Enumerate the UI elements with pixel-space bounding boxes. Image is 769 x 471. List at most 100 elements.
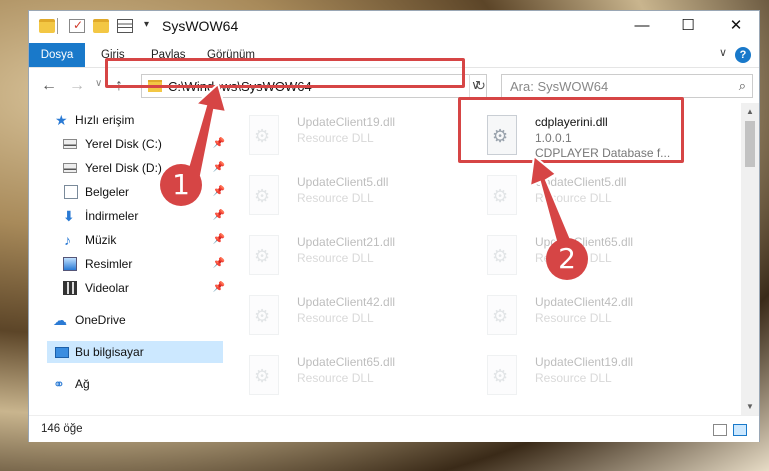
file-description: Resource DLL bbox=[297, 131, 374, 145]
nav-item-onedrive[interactable]: ☁ OneDrive bbox=[29, 309, 225, 331]
file-name: UpdateClient5.dll bbox=[535, 175, 627, 189]
pin-icon[interactable]: 📌 bbox=[213, 133, 225, 155]
file-description: Resource DLL bbox=[297, 311, 374, 325]
file-item[interactable]: UpdateClient19.dll Resource DLL bbox=[463, 349, 693, 405]
file-name: UpdateClient42.dll bbox=[297, 295, 396, 309]
tiles-view-icon[interactable] bbox=[733, 424, 747, 436]
music-icon: ♪ bbox=[64, 232, 71, 248]
nav-item-quick-access[interactable]: ★ Hızlı erişim bbox=[29, 109, 225, 131]
dll-file-icon bbox=[249, 355, 279, 395]
close-button[interactable]: ✕ bbox=[713, 11, 759, 41]
pin-icon[interactable]: 📌 bbox=[213, 253, 225, 275]
file-item[interactable]: UpdateClient21.dll Resource DLL bbox=[225, 229, 455, 285]
minimize-button[interactable]: — bbox=[619, 11, 665, 41]
title-bar: ▾ SysWOW64 — ☐ ✕ bbox=[29, 11, 759, 43]
folder-icon bbox=[39, 19, 55, 33]
scroll-down-icon[interactable]: ▼ bbox=[741, 398, 759, 415]
dll-file-icon bbox=[487, 235, 517, 275]
customize-toolbar-icon[interactable] bbox=[117, 19, 133, 33]
search-placeholder: Ara: SysWOW64 bbox=[510, 79, 609, 94]
dll-file-icon bbox=[249, 175, 279, 215]
file-name: UpdateClient5.dll bbox=[297, 175, 389, 189]
callout-two: 2 bbox=[546, 238, 588, 280]
file-description: Resource DLL bbox=[535, 191, 612, 205]
pin-icon[interactable]: 📌 bbox=[213, 277, 225, 299]
file-description: Resource DLL bbox=[535, 371, 612, 385]
nav-item-pictures[interactable]: Resimler 📌 bbox=[29, 253, 225, 275]
chevron-down-icon[interactable]: ▾ bbox=[144, 19, 149, 30]
nav-item-downloads[interactable]: ⬇ İndirmeler 📌 bbox=[29, 205, 225, 227]
search-input[interactable]: Ara: SysWOW64 ⌕ bbox=[501, 74, 753, 98]
pin-icon[interactable]: 📌 bbox=[213, 157, 225, 179]
file-name: UpdateClient19.dll bbox=[297, 115, 396, 129]
disk-icon bbox=[63, 163, 77, 173]
nav-item-videos[interactable]: Videolar 📌 bbox=[29, 277, 225, 299]
nav-item-label: Müzik bbox=[85, 233, 117, 247]
maximize-button[interactable]: ☐ bbox=[665, 11, 711, 41]
nav-item-label: Bu bilgisayar bbox=[75, 345, 144, 359]
nav-item-label: Resimler bbox=[85, 257, 133, 271]
window-title: SysWOW64 bbox=[162, 18, 239, 34]
computer-icon bbox=[55, 347, 69, 358]
dll-file-icon bbox=[487, 355, 517, 395]
ribbon-expand-icon[interactable]: ∨ bbox=[719, 46, 727, 59]
back-arrow-icon[interactable]: ← bbox=[41, 77, 57, 95]
dll-file-icon bbox=[249, 235, 279, 275]
pin-icon[interactable]: 📌 bbox=[213, 205, 225, 227]
nav-item-label: İndirmeler bbox=[85, 209, 139, 223]
file-name: UpdateClient65.dll bbox=[297, 355, 396, 369]
pin-icon[interactable]: 📌 bbox=[213, 229, 225, 251]
scroll-up-icon[interactable]: ▲ bbox=[741, 103, 759, 120]
nav-item-this-pc[interactable]: Bu bilgisayar bbox=[47, 341, 223, 363]
nav-item-label: Hızlı erişim bbox=[75, 113, 135, 127]
nav-item-label: Yerel Disk (D:) bbox=[85, 161, 162, 175]
disk-icon bbox=[63, 139, 77, 149]
nav-item-label: Videolar bbox=[85, 281, 129, 295]
nav-item-network[interactable]: ⚭ Ağ bbox=[29, 373, 225, 395]
file-item[interactable]: UpdateClient19.dll Resource DLL bbox=[225, 109, 455, 165]
picture-icon bbox=[63, 257, 77, 271]
navigation-pane: ★ Hızlı erişim Yerel Disk (C:) 📌 Yerel D… bbox=[29, 103, 225, 415]
scroll-thumb[interactable] bbox=[745, 121, 755, 167]
nav-item-label: Yerel Disk (C:) bbox=[85, 137, 162, 151]
download-icon: ⬇ bbox=[63, 208, 75, 224]
tab-file[interactable]: Dosya bbox=[29, 43, 85, 67]
callout-one: 1 bbox=[160, 164, 202, 206]
nav-item-label: OneDrive bbox=[75, 313, 126, 327]
file-item[interactable]: UpdateClient42.dll Resource DLL bbox=[463, 289, 693, 345]
forward-arrow-icon[interactable]: → bbox=[69, 77, 85, 95]
file-description: Resource DLL bbox=[297, 251, 374, 265]
nav-item-label: Ağ bbox=[75, 377, 90, 391]
file-highlight-box bbox=[458, 97, 684, 163]
file-name: UpdateClient42.dll bbox=[535, 295, 634, 309]
nav-item-label: Belgeler bbox=[85, 185, 130, 199]
details-view-icon[interactable] bbox=[713, 424, 727, 436]
properties-check-icon[interactable] bbox=[69, 18, 85, 33]
star-icon: ★ bbox=[55, 112, 68, 128]
new-folder-icon[interactable] bbox=[93, 19, 109, 33]
dll-file-icon bbox=[249, 115, 279, 155]
refresh-icon[interactable]: ↻ bbox=[469, 74, 491, 98]
file-name: UpdateClient21.dll bbox=[297, 235, 396, 249]
dll-file-icon bbox=[249, 295, 279, 335]
file-item[interactable]: UpdateClient42.dll Resource DLL bbox=[225, 289, 455, 345]
document-icon bbox=[64, 185, 78, 199]
file-item[interactable]: UpdateClient65.dll Resource DLL bbox=[225, 349, 455, 405]
file-item[interactable]: UpdateClient5.dll Resource DLL bbox=[225, 169, 455, 225]
network-icon: ⚭ bbox=[53, 376, 65, 392]
dll-file-icon bbox=[487, 175, 517, 215]
file-description: Resource DLL bbox=[297, 371, 374, 385]
cloud-icon: ☁ bbox=[53, 312, 67, 328]
address-highlight-box bbox=[105, 58, 465, 88]
file-item[interactable]: UpdateClient5.dll Resource DLL bbox=[463, 169, 693, 225]
nav-item-music[interactable]: ♪ Müzik 📌 bbox=[29, 229, 225, 251]
file-description: Resource DLL bbox=[535, 311, 612, 325]
item-count: 146 öğe bbox=[41, 423, 83, 435]
nav-item-local-disk-c[interactable]: Yerel Disk (C:) 📌 bbox=[29, 133, 225, 155]
dll-file-icon bbox=[487, 295, 517, 335]
recent-locations-icon[interactable]: ∨ bbox=[95, 78, 102, 89]
vertical-scrollbar[interactable]: ▲ ▼ bbox=[741, 103, 759, 415]
help-icon[interactable]: ? bbox=[735, 47, 751, 63]
search-icon[interactable]: ⌕ bbox=[739, 78, 746, 94]
pin-icon[interactable]: 📌 bbox=[213, 181, 225, 203]
